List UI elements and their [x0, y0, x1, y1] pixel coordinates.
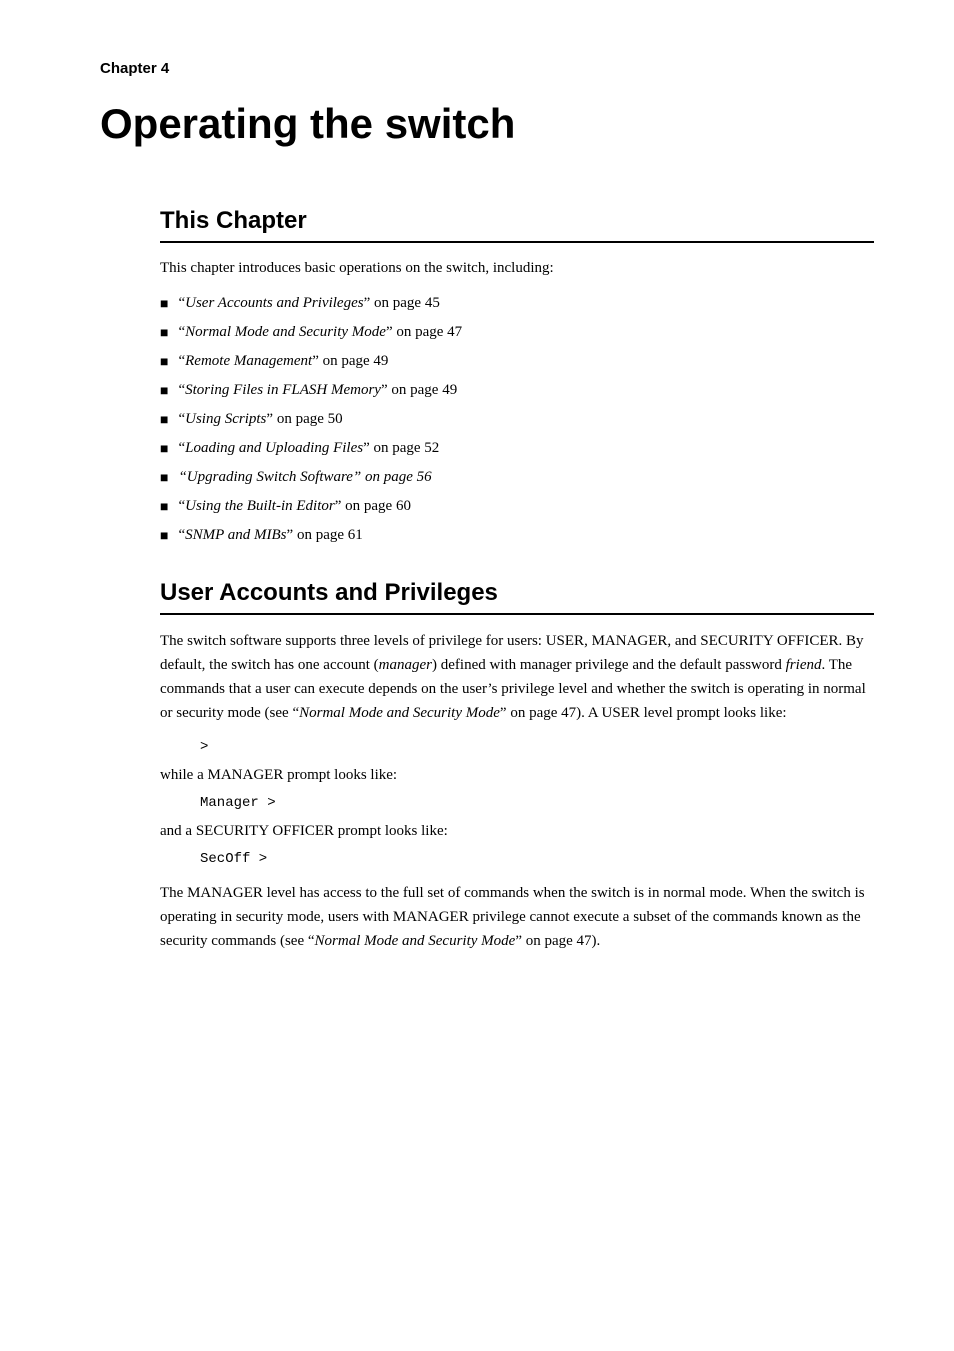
bullet-icon: ■ [160, 294, 168, 315]
toc-list: ■ “User Accounts and Privileges” on page… [160, 292, 874, 547]
list-item: ■ “Storing Files in FLASH Memory” on pag… [160, 379, 874, 402]
list-item: ■ “SNMP and MIBs” on page 61 [160, 524, 874, 547]
this-chapter-heading: This Chapter [160, 207, 874, 243]
bullet-icon: ■ [160, 323, 168, 344]
list-item: ■ “Normal Mode and Security Mode” on pag… [160, 321, 874, 344]
manager-prompt: Manager > [200, 795, 874, 811]
user-accounts-para1: The switch software supports three level… [160, 629, 874, 725]
list-item: ■ “Remote Management” on page 49 [160, 350, 874, 373]
list-item: ■ “Loading and Uploading Files” on page … [160, 437, 874, 460]
bullet-icon: ■ [160, 526, 168, 547]
and-security-text: and a SECURITY OFFICER prompt looks like… [160, 819, 874, 843]
list-item: ■ “User Accounts and Privileges” on page… [160, 292, 874, 315]
bullet-icon: ■ [160, 439, 168, 460]
bullet-icon: ■ [160, 352, 168, 373]
page-title: Operating the switch [100, 101, 874, 147]
chapter-label: Chapter 4 [100, 60, 874, 77]
user-accounts-heading: User Accounts and Privileges [160, 579, 874, 615]
list-item: ■ “Upgrading Switch Software” on page 56 [160, 466, 874, 489]
bullet-icon: ■ [160, 410, 168, 431]
user-accounts-para2: The MANAGER level has access to the full… [160, 881, 874, 953]
this-chapter-section: This Chapter This chapter introduces bas… [160, 207, 874, 547]
user-prompt: > [200, 739, 874, 755]
bullet-icon: ■ [160, 497, 168, 518]
while-manager-text: while a MANAGER prompt looks like: [160, 763, 874, 787]
list-item: ■ “Using Scripts” on page 50 [160, 408, 874, 431]
page: Chapter 4 Operating the switch This Chap… [0, 0, 954, 1351]
user-accounts-section: User Accounts and Privileges The switch … [160, 579, 874, 953]
list-item: ■ “Using the Built-in Editor” on page 60 [160, 495, 874, 518]
bullet-icon: ■ [160, 381, 168, 402]
this-chapter-intro: This chapter introduces basic operations… [160, 257, 874, 280]
secoff-prompt: SecOff > [200, 851, 874, 867]
bullet-icon: ■ [160, 468, 168, 489]
